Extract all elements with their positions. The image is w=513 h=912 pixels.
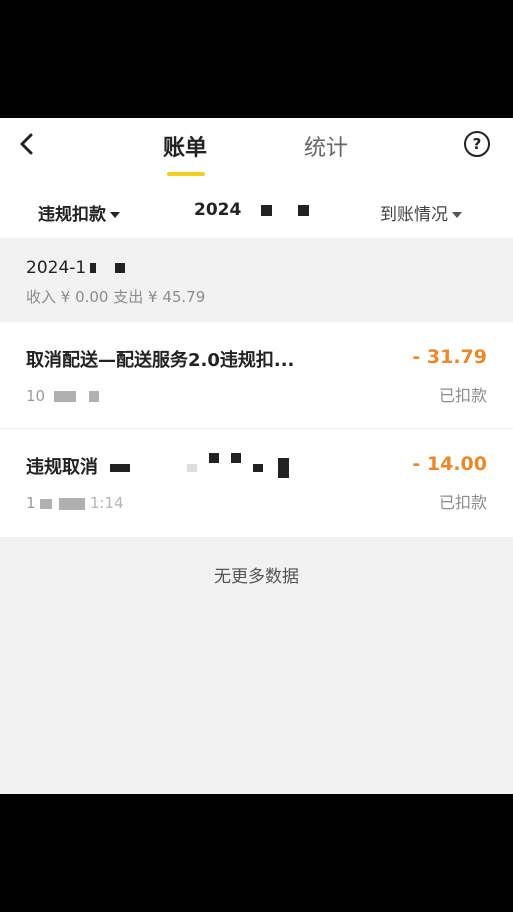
top-navigation-bar: 账单 统计 ? [0,118,513,182]
summary-date: 2024-1 [26,258,126,278]
question-circle-icon: ? [472,135,482,153]
redaction-mark [40,498,53,509]
transaction-amount: - 14.00 [412,453,487,475]
tab-bill[interactable]: 账单 [163,130,207,162]
status-filter-label: 到账情况 [380,205,448,225]
redaction-mark [298,204,310,216]
redaction-mark [115,263,126,273]
redaction-mark [208,453,219,463]
help-button[interactable]: ? [464,131,490,157]
transaction-time: 10 [26,387,99,405]
transaction-time-text: 1 [26,494,36,512]
month-summary: 2024-1 收入 ¥ 0.00 支出 ¥ 45.79 [0,238,513,322]
transaction-time: 1 1:14 [26,494,124,512]
redaction-mark [53,391,76,402]
redaction-mark [89,263,96,273]
back-button[interactable] [16,130,40,158]
summary-totals: 收入 ¥ 0.00 支出 ¥ 45.79 [26,288,206,306]
redaction-mark [261,204,273,216]
transaction-status: 已扣款 [438,386,487,405]
transaction-status: 已扣款 [438,493,487,512]
date-filter-dropdown[interactable]: 2024 [194,200,310,220]
transaction-title-text: 违规取消 [26,457,98,478]
app-screen: 账单 统计 ? 违规扣款 2024 到账情况 2024-1 收入 ¥ 0.00 … [0,118,513,794]
no-more-data-text: 无更多数据 [214,567,299,587]
redaction-mark [88,391,99,402]
transaction-row[interactable]: 取消配送—配送服务2.0违规扣... 10 - 31.79 已扣款 [0,322,513,429]
redaction-mark [231,453,242,463]
summary-date-text: 2024-1 [26,258,87,278]
transaction-time-suffix: 1:14 [89,494,124,512]
caret-down-icon [452,212,462,218]
date-filter-label: 2024 [194,200,242,220]
chevron-left-icon [20,133,33,155]
transaction-title: 违规取消 [26,453,289,479]
transaction-title: 取消配送—配送服务2.0违规扣... [26,350,295,371]
redaction-mark [59,497,86,510]
tab-statistics[interactable]: 统计 [304,130,348,162]
transaction-amount: - 31.79 [412,346,487,368]
redaction-mark [277,458,289,478]
redaction-mark [110,464,131,472]
transaction-row[interactable]: 违规取消 1 1:14 - 14.00 已扣款 [0,429,513,537]
redaction-mark [253,464,264,472]
type-filter-label: 违规扣款 [38,205,106,225]
type-filter-dropdown[interactable]: 违规扣款 [38,200,120,225]
filter-bar: 违规扣款 2024 到账情况 [0,182,513,238]
redaction-mark [186,464,197,472]
status-filter-dropdown[interactable]: 到账情况 [380,200,462,225]
caret-down-icon [110,212,120,218]
transaction-time-text: 10 [26,387,46,405]
active-tab-indicator [167,172,205,176]
